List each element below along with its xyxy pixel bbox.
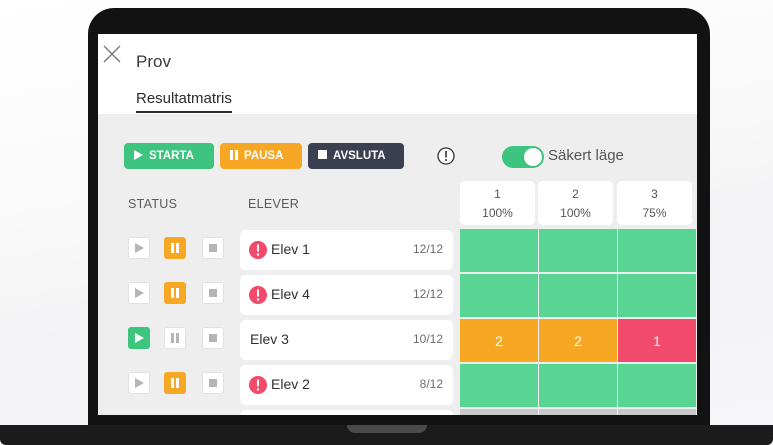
row-play-button[interactable] [128,372,150,394]
result-cell[interactable]: 2 [460,319,538,362]
students-column-header: ELEVER [248,197,300,211]
student-card[interactable]: Elev 3 10/12 [240,320,453,360]
tab-resultatmatris[interactable]: Resultatmatris [136,90,232,113]
result-cell[interactable] [460,229,538,272]
result-cell[interactable] [460,274,538,317]
play-icon [134,288,144,298]
laptop-notch [347,425,427,433]
row-stop-button[interactable] [202,327,224,349]
student-name: Elev 2 [271,376,310,392]
student-name: Elev 4 [271,286,310,302]
pause-button[interactable]: PAUSA [220,143,302,169]
pause-icon [171,288,179,298]
pause-icon [171,333,179,343]
table-row: Elev 1 12/12 [98,229,697,273]
close-icon[interactable] [102,44,122,64]
result-cell[interactable] [618,364,696,407]
student-score: 10/12 [412,332,443,346]
row-play-button[interactable] [128,282,150,304]
pause-icon [230,149,238,163]
status-column-header: STATUS [128,197,178,211]
stop-button[interactable]: AVSLUTA [308,143,404,169]
student-name: Elev 1 [271,241,310,257]
pause-button-label: PAUSA [244,150,284,162]
result-cell[interactable] [539,364,617,407]
student-card[interactable]: Elev 1 12/12 [240,230,453,270]
result-cell[interactable]: 2 [539,319,617,362]
stop-icon [209,334,217,342]
result-cell[interactable] [618,409,696,415]
stop-icon [209,289,217,297]
result-cell[interactable] [539,229,617,272]
question-header[interactable]: 1 100% [460,181,535,225]
play-icon [134,149,143,163]
play-icon [134,243,144,253]
question-number: 1 [494,187,501,201]
safe-mode-label: Säkert läge [548,147,624,164]
question-percent: 100% [560,206,591,220]
question-header[interactable]: 2 100% [538,181,613,225]
question-number: 3 [651,187,658,201]
result-cell[interactable] [539,409,617,415]
row-pause-button[interactable] [164,372,186,394]
student-card[interactable] [240,410,453,415]
stop-icon [209,379,217,387]
stop-button-label: AVSLUTA [333,150,386,162]
student-score: 12/12 [412,287,443,301]
table-row: Elev 2 8/12 [98,364,697,408]
student-name: Elev 3 [250,331,289,347]
row-pause-button[interactable] [164,237,186,259]
table-row: Elev 4 12/12 [98,274,697,318]
student-card[interactable]: Elev 2 8/12 [240,365,453,405]
row-play-button[interactable] [128,327,150,349]
warning-icon [249,286,267,304]
row-pause-button[interactable] [164,282,186,304]
table-row: Elev 3 10/12 2 2 1 [98,319,697,363]
toggle-knob [524,148,542,166]
play-icon [134,378,144,388]
question-percent: 75% [642,206,667,220]
stop-icon [209,244,217,252]
pause-icon [171,243,179,253]
question-percent: 100% [482,206,513,220]
result-cell[interactable] [539,274,617,317]
results-panel: STARTA PAUSA AVSLUTA Säkert läge STATUS … [98,114,697,415]
warning-icon [249,241,267,259]
question-header[interactable]: 3 75% [617,181,692,225]
safe-mode-toggle[interactable] [502,146,544,168]
result-cell[interactable] [460,364,538,407]
warning-icon [249,376,267,394]
stop-icon [318,150,327,162]
result-cell[interactable] [618,274,696,317]
result-cell[interactable] [460,409,538,415]
row-pause-button[interactable] [164,327,186,349]
start-button-label: STARTA [149,150,194,162]
student-score: 8/12 [419,377,443,391]
pause-icon [171,378,179,388]
info-icon[interactable] [436,146,456,166]
student-card[interactable]: Elev 4 12/12 [240,275,453,315]
row-stop-button[interactable] [202,282,224,304]
play-icon [134,333,144,343]
row-stop-button[interactable] [202,237,224,259]
result-cell[interactable] [618,229,696,272]
app-screen: Prov Resultatmatris STARTA PAUSA AVSLUTA… [98,34,697,415]
start-button[interactable]: STARTA [124,143,214,169]
page-title: Prov [136,52,171,71]
result-cell[interactable]: 1 [618,319,696,362]
table-row [98,409,697,415]
student-score: 12/12 [412,242,443,256]
question-number: 2 [572,187,579,201]
row-stop-button[interactable] [202,372,224,394]
row-play-button[interactable] [128,237,150,259]
